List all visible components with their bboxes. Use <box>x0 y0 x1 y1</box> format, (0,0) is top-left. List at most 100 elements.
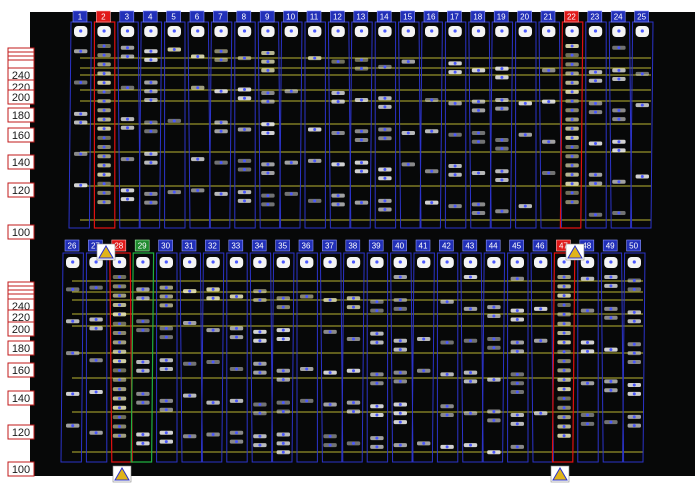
band-peak-marker <box>126 197 129 201</box>
band-peak-marker <box>515 390 519 394</box>
band-peak-marker <box>500 138 504 142</box>
band-peak-marker <box>570 53 574 57</box>
band-peak-marker <box>430 29 434 33</box>
band-peak-marker <box>149 129 153 133</box>
band-peak-marker <box>219 192 223 196</box>
band-peak-marker <box>328 330 332 334</box>
band-peak-marker <box>477 171 480 175</box>
band-peak-marker <box>172 29 176 33</box>
band-peak-marker <box>445 300 449 304</box>
band-peak-marker <box>453 173 457 177</box>
band-peak-marker <box>453 29 457 33</box>
band-peak-marker <box>445 413 449 417</box>
lane-number-label: 35 <box>278 242 287 251</box>
band-peak-marker <box>281 378 285 382</box>
band-peak-marker <box>547 171 551 175</box>
band-peak-marker <box>352 369 355 373</box>
band-peak-marker <box>289 192 293 196</box>
lane-number-label: 9 <box>265 13 270 22</box>
band-peak-marker <box>570 72 574 76</box>
band-peak-marker <box>547 29 551 33</box>
band-peak-marker <box>398 411 402 415</box>
band-peak-marker <box>570 90 574 94</box>
band-peak-marker <box>305 260 309 264</box>
gel-analysis-canvas[interactable]: 1 2 3 4 5 6 7 8 9 10 11 12 13 14 15 16 17 18 19 20 21 22 23 24 2… <box>0 0 700 490</box>
band-peak-marker <box>313 29 317 33</box>
band-peak-marker <box>188 289 192 293</box>
band-peak-marker <box>632 392 636 396</box>
band-peak-marker <box>258 411 262 415</box>
band-peak-marker <box>586 309 589 313</box>
band-peak-marker <box>305 294 309 298</box>
band-peak-marker <box>570 191 574 195</box>
band-peak-marker <box>118 275 121 279</box>
lane-number-label: 37 <box>325 242 334 251</box>
band-peak-marker <box>383 176 387 180</box>
band-peak-marker <box>258 371 262 375</box>
band-peak-marker <box>492 418 496 422</box>
band-peak-marker <box>594 79 597 83</box>
band-peak-marker <box>570 163 574 167</box>
band-peak-marker <box>570 81 574 85</box>
band-peak-marker <box>336 91 340 95</box>
band-peak-marker <box>118 406 121 410</box>
band-peak-marker <box>172 47 176 51</box>
band-peak-marker <box>102 163 106 167</box>
size-marker-label: 140 <box>12 157 30 169</box>
band-peak-marker <box>196 188 200 192</box>
lane-number-label: 22 <box>567 13 576 22</box>
band-peak-marker <box>336 194 340 198</box>
band-peak-marker <box>477 202 480 206</box>
band-peak-marker <box>360 129 363 133</box>
band-peak-marker <box>336 162 340 166</box>
band-peak-marker <box>609 275 613 279</box>
band-peak-marker <box>594 173 597 177</box>
band-peak-marker <box>562 312 566 316</box>
band-peak-marker <box>235 335 238 339</box>
band-peak-marker <box>118 294 121 298</box>
band-peak-marker <box>258 402 262 406</box>
band-peak-marker <box>617 108 621 112</box>
band-peak-marker <box>266 51 270 55</box>
band-peak-marker <box>594 110 597 114</box>
lane-number-label: 24 <box>614 13 623 22</box>
band-peak-marker <box>383 208 387 212</box>
band-peak-marker <box>79 112 83 116</box>
band-peak-marker <box>562 378 566 382</box>
band-peak-marker <box>196 29 200 33</box>
band-peak-marker <box>164 367 168 371</box>
band-peak-marker <box>640 103 644 107</box>
band-peak-marker <box>219 121 223 125</box>
lane-number-label: 14 <box>380 13 389 22</box>
band-peak-marker <box>632 279 636 283</box>
band-peak-marker <box>188 260 192 264</box>
lane-handle-icon[interactable] <box>112 465 132 483</box>
band-peak-marker <box>102 44 106 48</box>
band-peak-marker <box>258 298 262 302</box>
band-peak-marker <box>172 190 176 194</box>
band-peak-marker <box>258 330 262 334</box>
lane-number-label: 25 <box>637 13 646 22</box>
lane-handle-icon[interactable] <box>96 243 116 261</box>
band-peak-marker <box>94 260 98 264</box>
band-peak-marker <box>570 29 574 33</box>
band-peak-marker <box>375 309 379 313</box>
lane-handle-icon[interactable] <box>550 465 570 483</box>
lane-handle-icon[interactable] <box>565 243 585 261</box>
band-peak-marker <box>594 213 597 217</box>
band-peak-marker <box>102 81 106 85</box>
band-peak-marker <box>360 201 363 205</box>
band-peak-marker <box>328 260 332 264</box>
band-peak-marker <box>243 190 246 194</box>
size-marker-label: 120 <box>12 427 30 439</box>
band-peak-marker <box>118 387 121 391</box>
band-peak-marker <box>102 108 106 112</box>
band-peak-marker <box>188 362 192 366</box>
band-peak-marker <box>477 108 480 112</box>
band-peak-marker <box>266 68 270 72</box>
band-peak-marker <box>562 406 566 410</box>
band-peak-marker <box>617 68 621 72</box>
band-peak-marker <box>211 296 215 300</box>
band-peak-marker <box>102 72 106 76</box>
band-peak-marker <box>375 381 379 385</box>
